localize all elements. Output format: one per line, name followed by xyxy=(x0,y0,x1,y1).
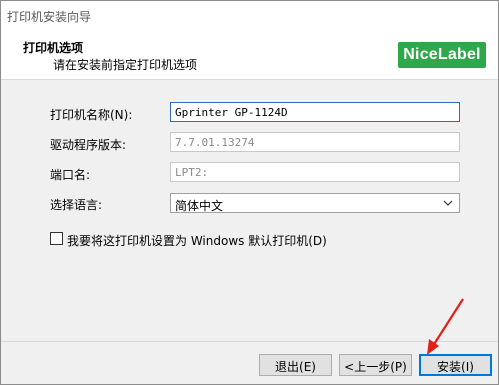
printer-name-label: 打印机名称(N): xyxy=(50,108,133,122)
port-field: LPT2: xyxy=(170,162,460,182)
page-subtitle: 请在安装前指定打印机选项 xyxy=(53,58,198,72)
install-button[interactable]: 安装(I) xyxy=(419,354,492,376)
language-selected-value: 简体中文 xyxy=(175,199,224,213)
printer-name-input[interactable]: Gprinter GP-1124D xyxy=(170,102,460,122)
logo-text: NiceLabel xyxy=(403,46,481,63)
default-printer-checkbox[interactable] xyxy=(50,232,63,245)
driver-version-field: 7.7.01.13274 xyxy=(170,132,460,152)
installer-window: 打印机安装向导 打印机选项 请在安装前指定打印机选项 NiceLabel 打印机… xyxy=(0,0,499,385)
wizard-header: 打印机选项 请在安装前指定打印机选项 NiceLabel xyxy=(1,31,498,79)
driver-version-label: 驱动程序版本: xyxy=(50,138,127,152)
nicelabel-logo: NiceLabel xyxy=(398,42,486,68)
page-title: 打印机选项 xyxy=(23,41,84,55)
language-select[interactable]: 简体中文 xyxy=(170,193,460,213)
chevron-down-icon xyxy=(443,200,453,206)
annotation-arrow-icon xyxy=(427,298,464,355)
back-button[interactable]: <上一步(P) xyxy=(339,354,412,376)
window-title: 打印机安装向导 xyxy=(7,10,92,24)
default-printer-checkbox-label[interactable]: 我要将这打印机设置为 Windows 默认打印机(D) xyxy=(67,232,327,249)
port-label: 端口名: xyxy=(50,168,91,182)
header-divider xyxy=(1,79,498,80)
title-bar: 打印机安装向导 xyxy=(1,1,498,31)
exit-button[interactable]: 退出(E) xyxy=(259,354,332,376)
language-label: 选择语言: xyxy=(50,198,103,212)
